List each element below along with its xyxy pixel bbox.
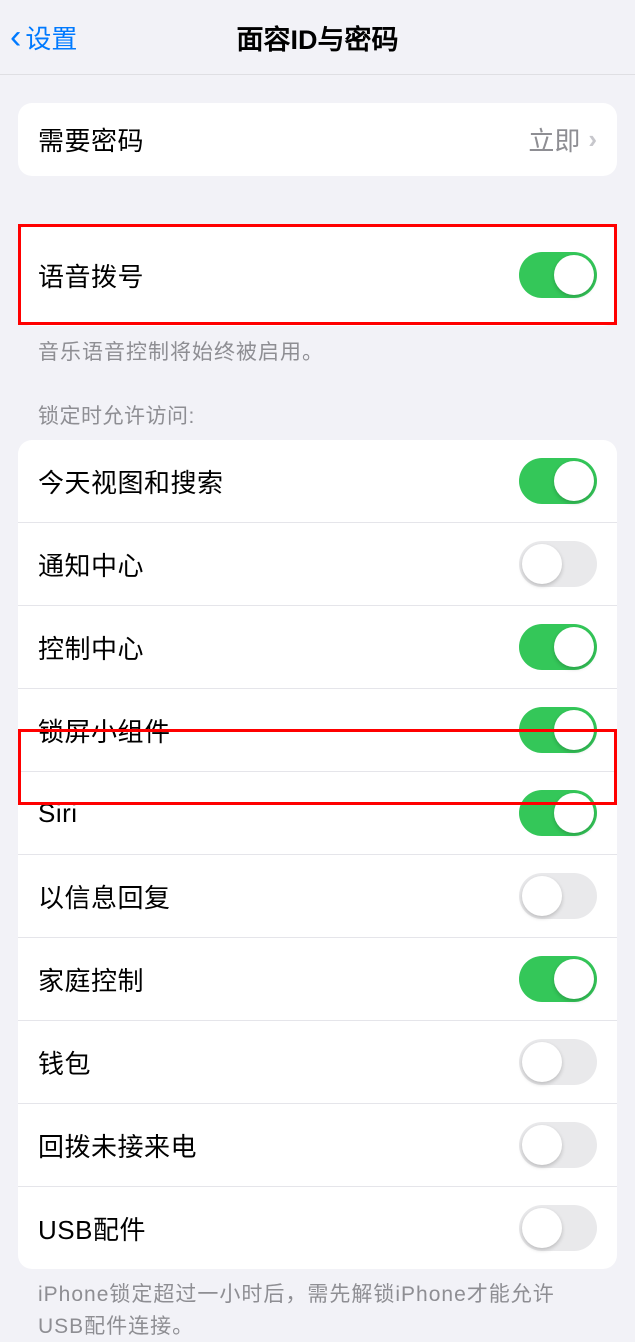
toggle-knob [554,461,594,501]
lock-access-toggle[interactable] [519,873,597,919]
lock-access-item: 以信息回复 [18,855,617,938]
toggle-knob [522,1042,562,1082]
lock-access-item-label: 控制中心 [38,629,144,666]
require-passcode-value: 立即 [528,121,580,158]
lock-access-toggle[interactable] [519,624,597,670]
lock-access-item: 通知中心 [18,523,617,606]
lock-access-toggle[interactable] [519,1205,597,1251]
header: ‹ 设置 面容ID与密码 [0,0,635,75]
toggle-knob [554,959,594,999]
lock-access-item-label: 今天视图和搜索 [38,463,224,500]
voice-dial-toggle[interactable] [519,252,597,298]
lock-access-item-label: 通知中心 [38,546,144,583]
lock-access-item: USB配件 [18,1187,617,1269]
toggle-knob [522,544,562,584]
back-button[interactable]: ‹ 设置 [10,19,77,56]
lock-access-item: 锁屏小组件 [18,689,617,772]
toggle-knob [522,876,562,916]
voice-dial-cell: 语音拨号 [18,224,617,326]
chevron-right-icon: › [588,124,597,155]
toggle-knob [554,627,594,667]
lock-access-item: Siri [18,772,617,855]
lock-access-item-label: 回拨未接来电 [38,1127,197,1164]
lock-access-list: 今天视图和搜索通知中心控制中心锁屏小组件 Siri 以信息回复家庭控制钱包回拨未接来… [18,440,617,1269]
toggle-knob [522,1208,562,1248]
lock-access-item-label: 以信息回复 [38,878,171,915]
lock-access-toggle[interactable] [519,1122,597,1168]
page-title: 面容ID与密码 [237,18,399,57]
lock-access-item-label: USB配件 [38,1210,146,1247]
lock-access-item: 钱包 [18,1021,617,1104]
lock-access-item-label: Siri [38,798,78,829]
lock-access-toggle[interactable] [519,541,597,587]
toggle-knob [554,793,594,833]
back-label: 设置 [25,19,77,56]
lock-access-item-label: 锁屏小组件 [38,712,171,749]
toggle-knob [554,710,594,750]
lock-access-item: 回拨未接来电 [18,1104,617,1187]
voice-dial-label: 语音拨号 [38,257,144,294]
lock-access-item: 家庭控制 [18,938,617,1021]
lock-access-toggle[interactable] [519,707,597,753]
chevron-left-icon: ‹ [10,20,21,54]
lock-access-toggle[interactable] [519,458,597,504]
require-passcode-label: 需要密码 [38,121,144,158]
lock-access-toggle[interactable] [519,790,597,836]
require-passcode-cell[interactable]: 需要密码 立即 › [18,103,617,176]
lock-access-item-label: 钱包 [38,1044,91,1081]
toggle-knob [554,255,594,295]
lock-access-header: 锁定时允许访问: [18,400,617,440]
lock-access-item: 控制中心 [18,606,617,689]
toggle-knob [522,1125,562,1165]
lock-access-footer: iPhone锁定超过一小时后，需先解锁iPhone才能允许USB配件连接。 [18,1269,617,1342]
lock-access-item-label: 家庭控制 [38,961,144,998]
lock-access-toggle[interactable] [519,1039,597,1085]
voice-dial-footer: 音乐语音控制将始终被启用。 [18,326,617,366]
lock-access-toggle[interactable] [519,956,597,1002]
lock-access-item: 今天视图和搜索 [18,440,617,523]
